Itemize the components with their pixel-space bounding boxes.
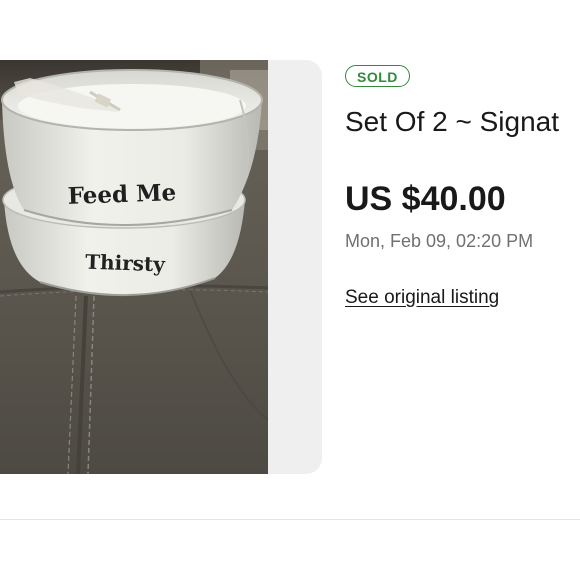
svg-text:Feed Me: Feed Me (67, 179, 176, 210)
sold-date: Mon, Feb 09, 02:20 PM (345, 231, 534, 251)
listing-image-card[interactable]: Thirsty Feed Me (0, 60, 322, 474)
svg-text:Thirsty: Thirsty (85, 250, 167, 277)
sold-status-badge: SOLD (345, 65, 410, 87)
see-original-listing-link[interactable]: See original listing (345, 284, 499, 312)
section-divider (0, 519, 580, 520)
listing-page: Thirsty Feed Me SOLD Set Of 2 ~ Signat U… (0, 0, 580, 580)
listing-photo[interactable]: Thirsty Feed Me (0, 60, 268, 474)
listing-title[interactable]: Set Of 2 ~ Signat (345, 102, 580, 142)
sold-price: US $40.00 (345, 180, 506, 218)
